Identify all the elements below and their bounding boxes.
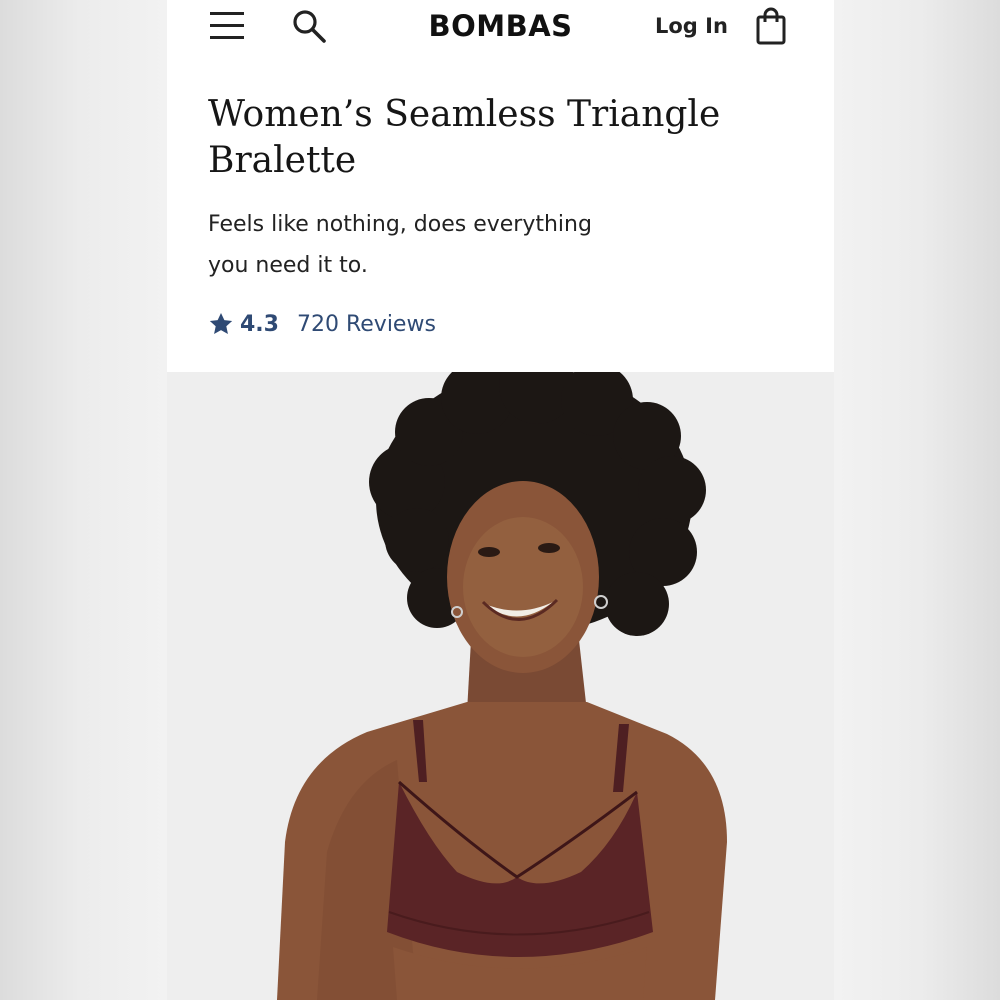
product-title: Women’s Seamless Triangle Bralette (208, 94, 721, 181)
login-link[interactable]: Log In (655, 10, 728, 42)
star-icon (208, 311, 234, 337)
search-icon[interactable] (289, 6, 329, 46)
menu-icon[interactable] (207, 8, 247, 44)
shopping-bag-icon[interactable] (751, 6, 791, 46)
brand-logo[interactable]: BOMBAS (367, 6, 634, 46)
site-header: BOMBAS Log In (167, 0, 834, 56)
mobile-page: BOMBAS Log In Women’s Seamless Triangle … (167, 0, 834, 1000)
reviews-link[interactable]: 720 Reviews (297, 312, 436, 337)
rating-value: 4.3 (240, 311, 279, 337)
product-photo (167, 372, 834, 1000)
product-subtitle: Feels like nothing, does everything you … (208, 212, 592, 278)
rating-summary: 4.3 720 Reviews (208, 306, 436, 342)
